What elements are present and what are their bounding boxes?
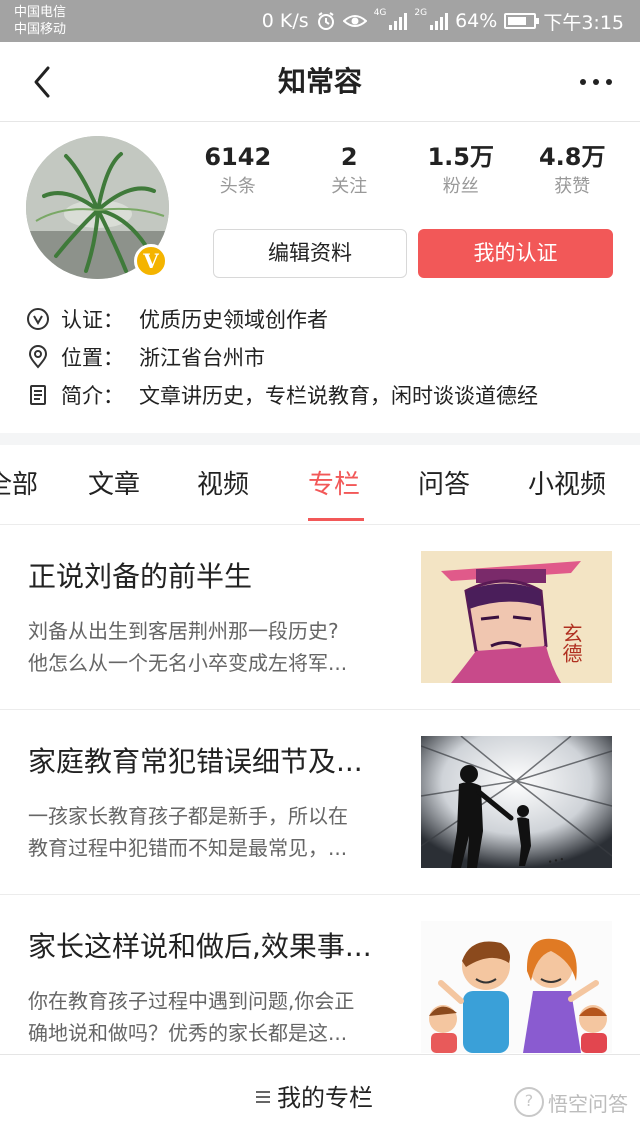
- tab-articles[interactable]: 文章: [88, 467, 140, 503]
- article-title: 家庭教育常犯错误细节及...: [28, 745, 363, 778]
- verified-badge: V: [134, 244, 168, 278]
- page-title: 知常容: [277, 65, 362, 98]
- stat-label: 获赞: [554, 176, 591, 197]
- article-description: 刘备从出生到客居荆州那一段历史? 他怎么从一个无名小卒变成左将军...: [28, 615, 394, 679]
- active-tab-indicator: [308, 518, 364, 521]
- info-label: 简介：: [61, 384, 124, 408]
- tab-columns[interactable]: 专栏: [308, 467, 360, 503]
- article-description-line: 确地说和做吗？优秀的家长都是这...: [28, 1021, 348, 1045]
- carrier-2: 中国移动: [14, 22, 67, 37]
- stat-value: 2: [340, 143, 358, 171]
- family-illustration: [421, 921, 612, 1053]
- eye-icon: [342, 15, 367, 27]
- signal-icon: [430, 12, 449, 30]
- list-item[interactable]: 正说刘备的前半生 刘备从出生到客居荆州那一段历史? 他怎么从一个无名小卒变成左将…: [0, 525, 640, 710]
- status-indicators: 0 K/s 4G 2G 64% 下午3:15: [261, 8, 624, 34]
- stat-value: 4.8万: [538, 143, 606, 171]
- tab-short-videos[interactable]: 小视频: [528, 467, 606, 503]
- menu-icon[interactable]: [256, 1091, 270, 1103]
- bottom-bar: 我的专栏 悟空问答: [0, 1054, 640, 1138]
- tab-videos[interactable]: 视频: [197, 467, 249, 503]
- parent-child-illustration: …: [421, 736, 612, 868]
- info-label: 位置：: [61, 346, 124, 370]
- stat-label: 头条: [219, 176, 256, 197]
- carrier-1: 中国电信: [14, 5, 67, 20]
- list-item[interactable]: 家长这样说和做后,效果事... 你在教育孩子过程中遇到问题,你会正 确地说和做吗…: [0, 895, 640, 1080]
- status-bar: 中国电信 中国移动 0 K/s 4G 2G 64% 下午3:15: [0, 0, 640, 42]
- stat-followers[interactable]: 1.5万 粉丝: [405, 143, 517, 203]
- article-thumbnail[interactable]: 玄德: [421, 551, 612, 683]
- article-title: 正说刘备的前半生: [28, 560, 253, 593]
- clock: 下午3:15: [543, 11, 624, 34]
- article-description: 你在教育孩子过程中遇到问题,你会正 确地说和做吗？优秀的家长都是这...: [28, 985, 394, 1049]
- article-description-line: 你在教育孩子过程中遇到问题,你会正: [28, 989, 355, 1013]
- info-value: 优质历史领域创作者: [139, 308, 328, 332]
- info-row-bio: 简介： 文章讲历史，专栏说教育，闲时谈谈道德经: [26, 380, 538, 410]
- thumbnail-caption: 玄德: [559, 623, 583, 663]
- network-type-1: 4G: [373, 8, 387, 18]
- article-thumbnail[interactable]: [421, 921, 612, 1053]
- more-icon[interactable]: [576, 72, 616, 92]
- info-label: 认证：: [61, 308, 124, 332]
- battery-icon: [504, 13, 540, 29]
- verified-icon: [27, 308, 49, 330]
- content-tabs: 全部 文章 视频 专栏 问答 小视频: [0, 445, 640, 525]
- watermark-text: 悟空问答: [548, 1091, 628, 1116]
- my-verification-button[interactable]: 我的认证: [418, 229, 613, 278]
- nav-bar: 知常容: [0, 42, 640, 122]
- stat-value: 6142: [204, 143, 272, 171]
- tab-qa[interactable]: 问答: [418, 467, 470, 503]
- network-type-2: 2G: [414, 8, 428, 18]
- info-row-location: 位置： 浙江省台州市: [26, 342, 265, 372]
- article-description-line: 教育过程中犯错而不知是最常见，...: [28, 836, 348, 860]
- article-description-line: 他怎么从一个无名小卒变成左将军...: [28, 651, 348, 675]
- edit-profile-button[interactable]: 编辑资料: [213, 229, 407, 278]
- article-description: 一孩家长教育孩子都是新手，所以在 教育过程中犯错而不知是最常见，...: [28, 800, 394, 864]
- signal-icon: [389, 12, 408, 30]
- profile-stats: 6142 头条 2 关注 1.5万 粉丝 4.8万 获赞: [182, 143, 628, 203]
- stat-label: 关注: [331, 176, 368, 197]
- alarm-icon: [317, 12, 334, 30]
- info-value: 浙江省台州市: [139, 346, 265, 370]
- location-icon: [28, 345, 48, 369]
- info-row-verification: 认证： 优质历史领域创作者: [26, 304, 328, 334]
- stat-following[interactable]: 2 关注: [294, 143, 406, 203]
- carrier-info: 中国电信 中国移动: [14, 4, 66, 38]
- stat-label: 粉丝: [442, 176, 479, 197]
- document-icon: [30, 385, 46, 405]
- section-divider: [0, 433, 640, 445]
- article-title: 家长这样说和做后,效果事...: [28, 930, 372, 963]
- article-description-line: 刘备从出生到客居荆州那一段历史?: [28, 619, 339, 643]
- info-value: 文章讲历史，专栏说教育，闲时谈谈道德经: [139, 384, 538, 408]
- article-description-line: 一孩家长教育孩子都是新手，所以在: [28, 804, 348, 828]
- my-column-button[interactable]: 我的专栏: [277, 1081, 373, 1115]
- wukong-logo-icon: [514, 1087, 544, 1117]
- portrait-illustration: 玄德: [421, 551, 612, 683]
- network-speed: 0 K/s: [261, 10, 309, 32]
- stat-value: 1.5万: [427, 143, 494, 171]
- article-thumbnail[interactable]: …: [421, 736, 612, 868]
- stat-likes[interactable]: 4.8万 获赞: [517, 143, 629, 203]
- tab-all[interactable]: 全部: [0, 467, 38, 503]
- list-item[interactable]: 家庭教育常犯错误细节及... 一孩家长教育孩子都是新手，所以在 教育过程中犯错而…: [0, 710, 640, 895]
- battery-percent: 64%: [455, 10, 498, 32]
- watermark: 悟空问答: [514, 1087, 628, 1117]
- stat-articles[interactable]: 6142 头条: [182, 143, 294, 203]
